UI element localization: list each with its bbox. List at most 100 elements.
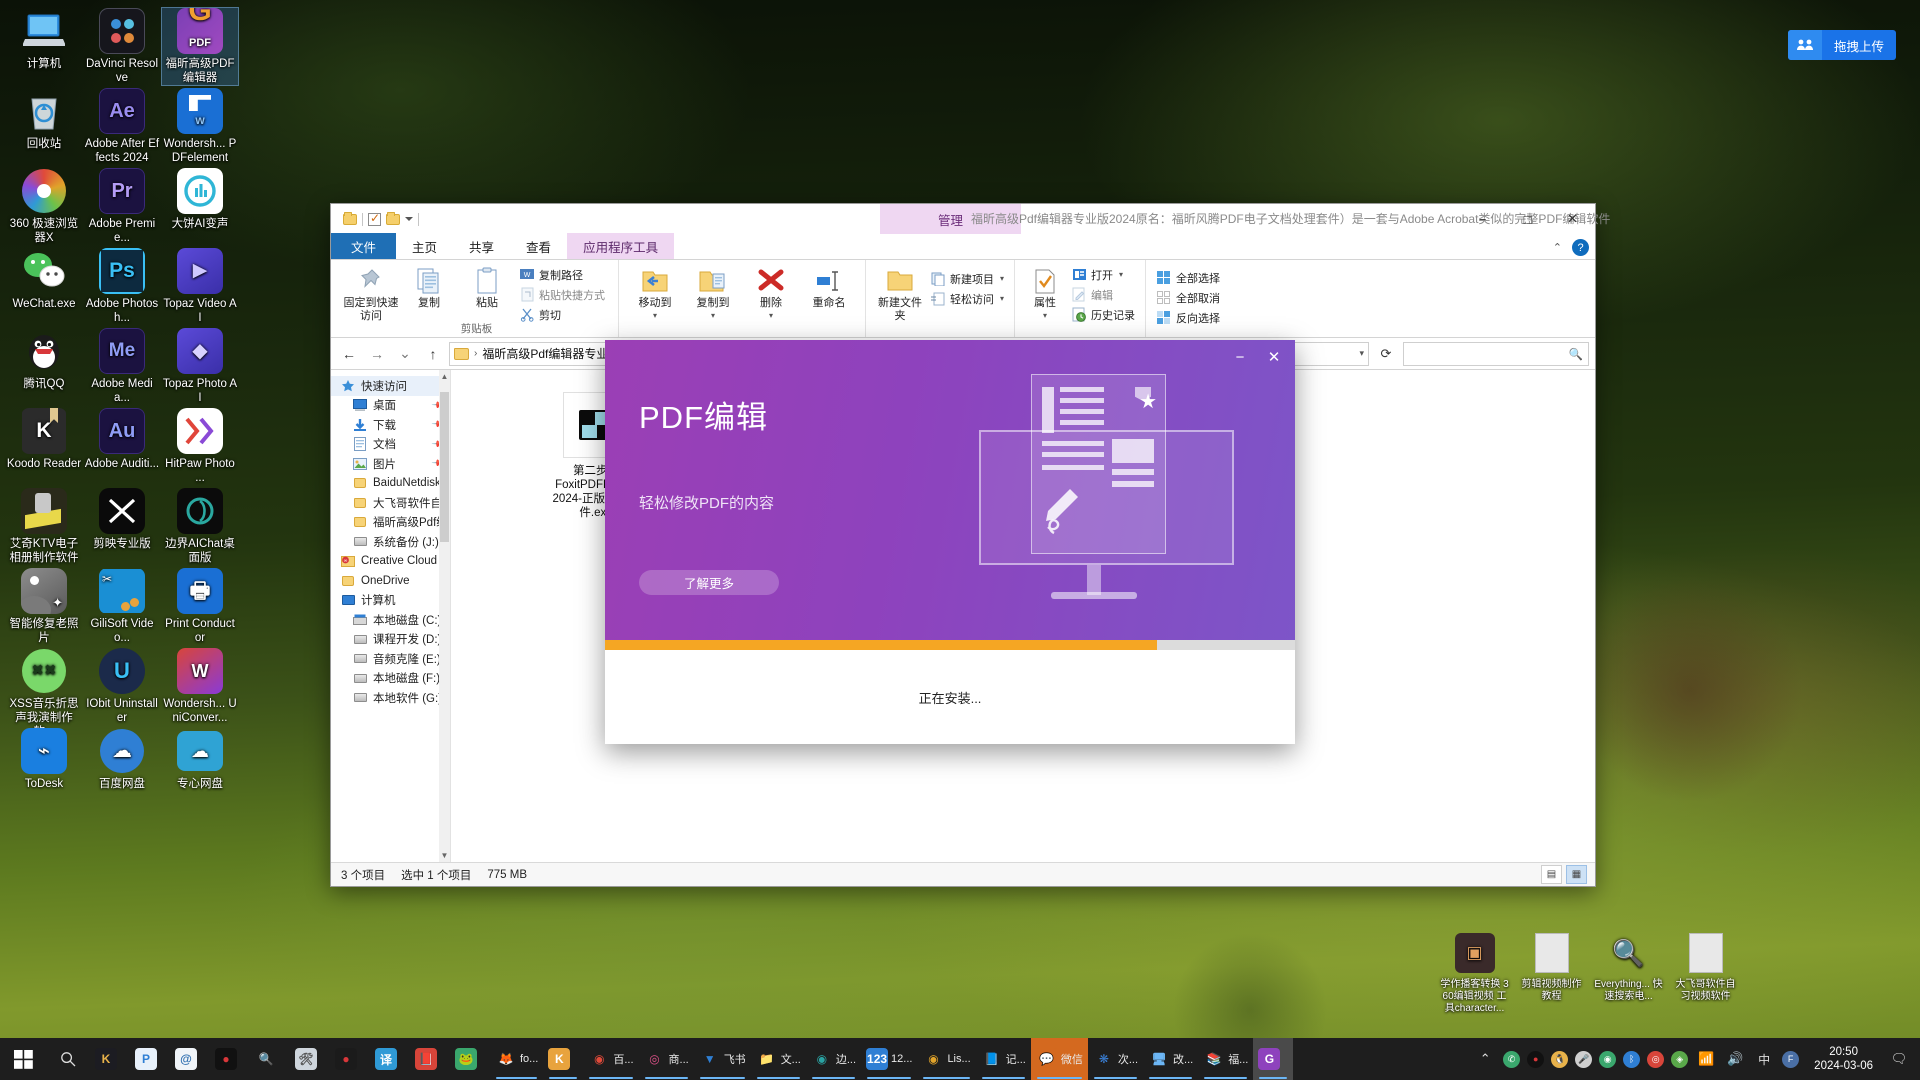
address-dropdown-icon[interactable]: ▾: [1359, 348, 1364, 359]
up-button[interactable]: ↑: [421, 342, 445, 366]
taskbar-item-pdfelement[interactable]: P: [130, 1038, 170, 1080]
chevron-down-icon[interactable]: ▾: [1000, 294, 1004, 303]
desktop-icon-gilisoft-video[interactable]: ✂ GiliSoft Video...: [84, 568, 160, 645]
desktop-icon-shortcut[interactable]: ▣ 学作播客转换 360编辑视频 工具character...: [1440, 930, 1509, 1015]
desktop-icon-aiqi-ktv[interactable]: 艾奇KTV电子相册制作软件: [6, 488, 82, 565]
desktop-icon-everything[interactable]: 🔍 Everything... 快速搜索电...: [1594, 930, 1663, 1015]
taskbar-item-foxit-pdf[interactable]: G: [1253, 1038, 1294, 1080]
desktop-icon-zhuanxin-netdisk[interactable]: ☁ 专心网盘: [162, 728, 238, 791]
desktop-icon-qq[interactable]: 腾讯QQ: [6, 328, 82, 391]
record-tray-icon[interactable]: ●: [1527, 1050, 1545, 1068]
desktop-icon-todesk[interactable]: ⌁ ToDesk: [6, 728, 82, 791]
360-tray-icon[interactable]: ◎: [1647, 1050, 1665, 1068]
scroll-down-icon[interactable]: ▼: [439, 849, 450, 862]
desktop-icon-davinci-resolve[interactable]: DaVinci Resolve: [84, 8, 160, 85]
desktop-icon-pdfelement[interactable]: w Wondersh... PDFelement: [162, 88, 238, 165]
volume-icon[interactable]: 🔊: [1724, 1048, 1746, 1070]
search-input[interactable]: 🔍: [1403, 341, 1589, 366]
forward-button[interactable]: →: [365, 342, 389, 366]
taskbar-item-foxit[interactable]: 🦊 fo...: [490, 1038, 543, 1080]
folder-icon[interactable]: [343, 211, 357, 225]
taskbar-item-player[interactable]: 123 12...: [861, 1038, 917, 1080]
rename-button[interactable]: 重命名: [800, 263, 858, 310]
history-button[interactable]: 历史记录: [1068, 305, 1138, 324]
new-folder-button[interactable]: 新建文件夹: [873, 263, 927, 322]
scroll-up-icon[interactable]: ▲: [439, 370, 450, 383]
chevron-down-icon[interactable]: ▾: [684, 310, 742, 323]
nav-item-12[interactable]: 本地磁盘 (C:): [331, 610, 450, 630]
chevron-up-icon[interactable]: ⌃: [1474, 1048, 1496, 1070]
desktop-icon-browser-360[interactable]: 360 极速浏览器X: [6, 168, 82, 245]
select-none-button[interactable]: 全部取消: [1153, 288, 1223, 307]
desktop-icon-audition[interactable]: Au Adobe Auditi...: [84, 408, 160, 471]
search-icon[interactable]: [46, 1038, 90, 1080]
recent-locations-button[interactable]: ⌄: [393, 342, 417, 366]
taskbar-item-pdf-reader[interactable]: 📕: [410, 1038, 450, 1080]
desktop-icon-foxit-pdf-editor[interactable]: G PDF 福昕高级PDF编辑器: [161, 7, 239, 86]
maximize-button[interactable]: □: [1505, 204, 1550, 234]
nav-item-7[interactable]: 福昕高级Pdf编辑: [331, 513, 450, 533]
properties-check-icon[interactable]: [368, 211, 381, 226]
desktop-icon-computer[interactable]: 计算机: [6, 8, 82, 71]
chevron-down-icon[interactable]: ▾: [742, 310, 800, 323]
chevron-down-icon[interactable]: ▾: [626, 310, 684, 323]
desktop-icon-recycle-bin[interactable]: 回收站: [6, 88, 82, 151]
properties-button[interactable]: 属性 ▾: [1022, 263, 1068, 322]
bluetooth-icon[interactable]: ᛒ: [1623, 1050, 1641, 1068]
desktop-icon-premiere-pro[interactable]: Pr Adobe Premie...: [84, 168, 160, 245]
customize-dropdown-icon[interactable]: [405, 217, 413, 221]
paste-shortcut-button[interactable]: 粘贴快捷方式: [516, 285, 608, 304]
desktop-icon-koodo-reader[interactable]: K Koodo Reader: [6, 408, 82, 471]
taskbar-item-bianjie[interactable]: ◉ 边...: [806, 1038, 861, 1080]
desktop-icon-baidu-netdisk[interactable]: ☁ 百度网盘: [84, 728, 160, 791]
flv-icon[interactable]: F: [1782, 1050, 1800, 1068]
desktop-icon-media-encoder[interactable]: Me Adobe Media...: [84, 328, 160, 405]
easy-access-button[interactable]: 轻松访问 ▾: [927, 289, 1007, 308]
desktop-icon-hitpaw-photo[interactable]: HitPaw Photo ...: [162, 408, 238, 485]
paste-button[interactable]: 粘贴: [458, 263, 516, 310]
pin-to-quick-access-button[interactable]: 固定到快速访问: [342, 263, 400, 322]
taskbar-item-huya[interactable]: 🐸: [450, 1038, 490, 1080]
wechat-tray-icon[interactable]: ✆: [1503, 1050, 1521, 1068]
desktop-icon-bianjie-aichat[interactable]: 边界AIChat桌面版: [162, 488, 238, 565]
taskbar-item-wechat[interactable]: 💬 微信: [1030, 1038, 1088, 1080]
desktop-icon-topaz-video-ai[interactable]: ▶ Topaz Video AI: [162, 248, 238, 325]
collapse-ribbon-icon[interactable]: ⌃: [1553, 241, 1562, 254]
installer-dialog[interactable]: − ✕ PDF编辑 轻松修改PDF的内容 了解更多 ★ 正在安装...: [605, 340, 1295, 744]
nav-item-1[interactable]: 桌面📌: [331, 396, 450, 416]
drag-upload-button[interactable]: 拖拽上传: [1787, 30, 1896, 60]
notification-icon[interactable]: 🗨: [1888, 1048, 1910, 1070]
taskbar-item-mail[interactable]: @: [170, 1038, 210, 1080]
help-icon[interactable]: ?: [1572, 239, 1589, 256]
nav-item-2[interactable]: 下载📌: [331, 415, 450, 435]
nav-item-4[interactable]: 图片📌: [331, 454, 450, 474]
chevron-down-icon[interactable]: ▾: [1000, 274, 1004, 283]
windows-start-icon[interactable]: [0, 1038, 46, 1080]
open-button[interactable]: 打开 ▾: [1068, 265, 1138, 284]
tab-file[interactable]: 文件: [331, 233, 397, 259]
wifi-icon[interactable]: 📶: [1695, 1048, 1717, 1070]
close-button[interactable]: ✕: [1550, 204, 1595, 234]
nav-item-5[interactable]: BaiduNetdiskD: [331, 474, 450, 494]
chevron-down-icon[interactable]: ▾: [1022, 310, 1068, 323]
new-folder-icon[interactable]: [386, 211, 400, 225]
taskbar-item-shang[interactable]: ◎ 商...: [639, 1038, 694, 1080]
navigation-pane[interactable]: 快速访问桌面📌下载📌文档📌图片📌 BaiduNetdiskD 大飞哥软件自习福昕高级…: [331, 370, 451, 862]
nav-item-16[interactable]: 本地软件 (G:): [331, 688, 450, 708]
tab-view[interactable]: 查看: [510, 233, 567, 259]
breadcrumb-segment[interactable]: 福昕高级Pdf编辑器专业: [482, 345, 608, 362]
taskbar-item-ciyuan[interactable]: ❋ 次...: [1088, 1038, 1143, 1080]
learn-more-button[interactable]: 了解更多: [639, 570, 779, 595]
desktop-icon-dabing-ai[interactable]: 大饼AI变声: [162, 168, 238, 231]
nav-item-8[interactable]: 系统备份 (J:): [331, 532, 450, 552]
large-icons-view-icon[interactable]: ▦: [1566, 865, 1587, 884]
nav-item-3[interactable]: 文档📌: [331, 435, 450, 455]
desktop-icon-music-software[interactable]: ✖✖XSS音乐折思声我演制作 软...: [6, 648, 82, 739]
nav-item-11[interactable]: 计算机: [331, 591, 450, 611]
desktop-icon-file[interactable]: 大飞哥软件自 习视频软件: [1671, 930, 1740, 1015]
edit-button[interactable]: 编辑: [1068, 285, 1138, 304]
select-all-button[interactable]: 全部选择: [1153, 268, 1223, 287]
desktop-icon-uniconverter[interactable]: W Wondersh... UniConver...: [162, 648, 238, 725]
qq-tray-icon[interactable]: 🐧: [1551, 1050, 1569, 1068]
new-item-button[interactable]: 新建项目 ▾: [927, 269, 1007, 288]
